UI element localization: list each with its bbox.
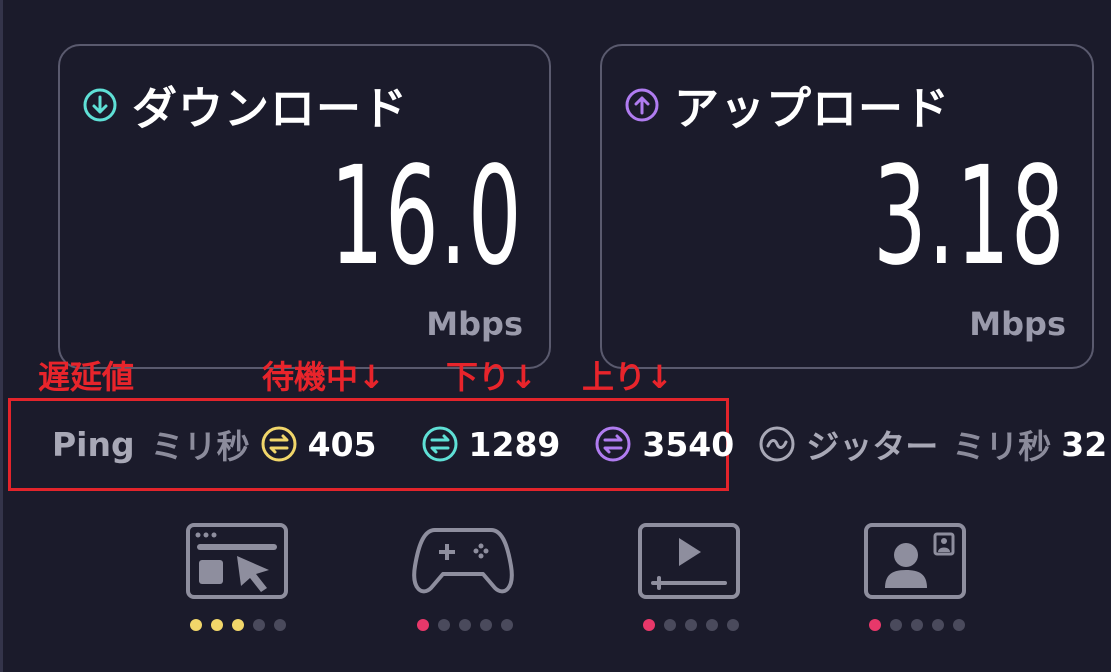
jitter-value: 32 <box>1061 424 1108 464</box>
rating-dot <box>438 619 450 631</box>
left-edge <box>0 0 3 672</box>
annotation-latency: 遅延値 <box>38 358 135 396</box>
rating-dot <box>459 619 471 631</box>
ping-download-value: 1289 <box>468 424 561 464</box>
arrow-down-circle-icon <box>82 87 118 123</box>
ping-upload-value: 3540 <box>642 424 735 464</box>
rating-dot <box>685 619 697 631</box>
gaming-controller-icon[interactable] <box>411 522 515 600</box>
annotation-down: 下り↓ <box>446 358 537 396</box>
jitter-label: ジッター <box>806 427 939 466</box>
rating-dot <box>643 619 655 631</box>
jitter-icon <box>758 425 796 463</box>
web-browsing-rating <box>190 619 295 631</box>
rating-dot <box>274 619 286 631</box>
rating-dot <box>253 619 265 631</box>
rating-dot <box>232 619 244 631</box>
video-streaming-icon[interactable] <box>637 522 741 600</box>
download-value: 16.0 <box>330 138 523 296</box>
ping-label: Ping <box>52 424 135 464</box>
rating-dot <box>953 619 965 631</box>
rating-dot <box>664 619 676 631</box>
jitter-unit: ミリ秒 <box>952 427 1052 466</box>
arrow-up-circle-icon <box>624 87 660 123</box>
rating-dot <box>869 619 881 631</box>
rating-dot <box>890 619 902 631</box>
video-call-rating <box>869 619 974 631</box>
gaming-rating <box>417 619 522 631</box>
rating-dot <box>417 619 429 631</box>
rating-dot <box>911 619 923 631</box>
video-call-icon[interactable] <box>863 522 967 600</box>
download-unit: Mbps <box>426 305 523 343</box>
rating-dot <box>211 619 223 631</box>
ping-idle-icon <box>260 425 298 463</box>
rating-dot <box>480 619 492 631</box>
ping-upload-icon <box>594 425 632 463</box>
rating-dot <box>932 619 944 631</box>
upload-unit: Mbps <box>969 305 1066 343</box>
rating-dot <box>501 619 513 631</box>
ping-download-icon <box>421 425 459 463</box>
download-title: ダウンロード <box>132 82 409 135</box>
ping-idle-value: 405 <box>307 424 377 464</box>
annotation-up: 上り↓ <box>582 358 673 396</box>
upload-card: アップロード 3.18 Mbps <box>600 44 1094 369</box>
upload-value: 3.18 <box>873 138 1066 296</box>
rating-dot <box>190 619 202 631</box>
ping-unit: ミリ秒 <box>150 427 250 466</box>
upload-title: アップロード <box>674 82 951 135</box>
annotation-idle: 待機中↓ <box>262 358 385 396</box>
rating-dot <box>727 619 739 631</box>
web-browsing-icon[interactable] <box>185 522 289 600</box>
video-streaming-rating <box>643 619 748 631</box>
download-card: ダウンロード 16.0 Mbps <box>58 44 551 369</box>
ping-row: Ping ミリ秒 405 1289 3540 ジッター ミリ秒 32 <box>52 421 1107 467</box>
rating-dot <box>706 619 718 631</box>
